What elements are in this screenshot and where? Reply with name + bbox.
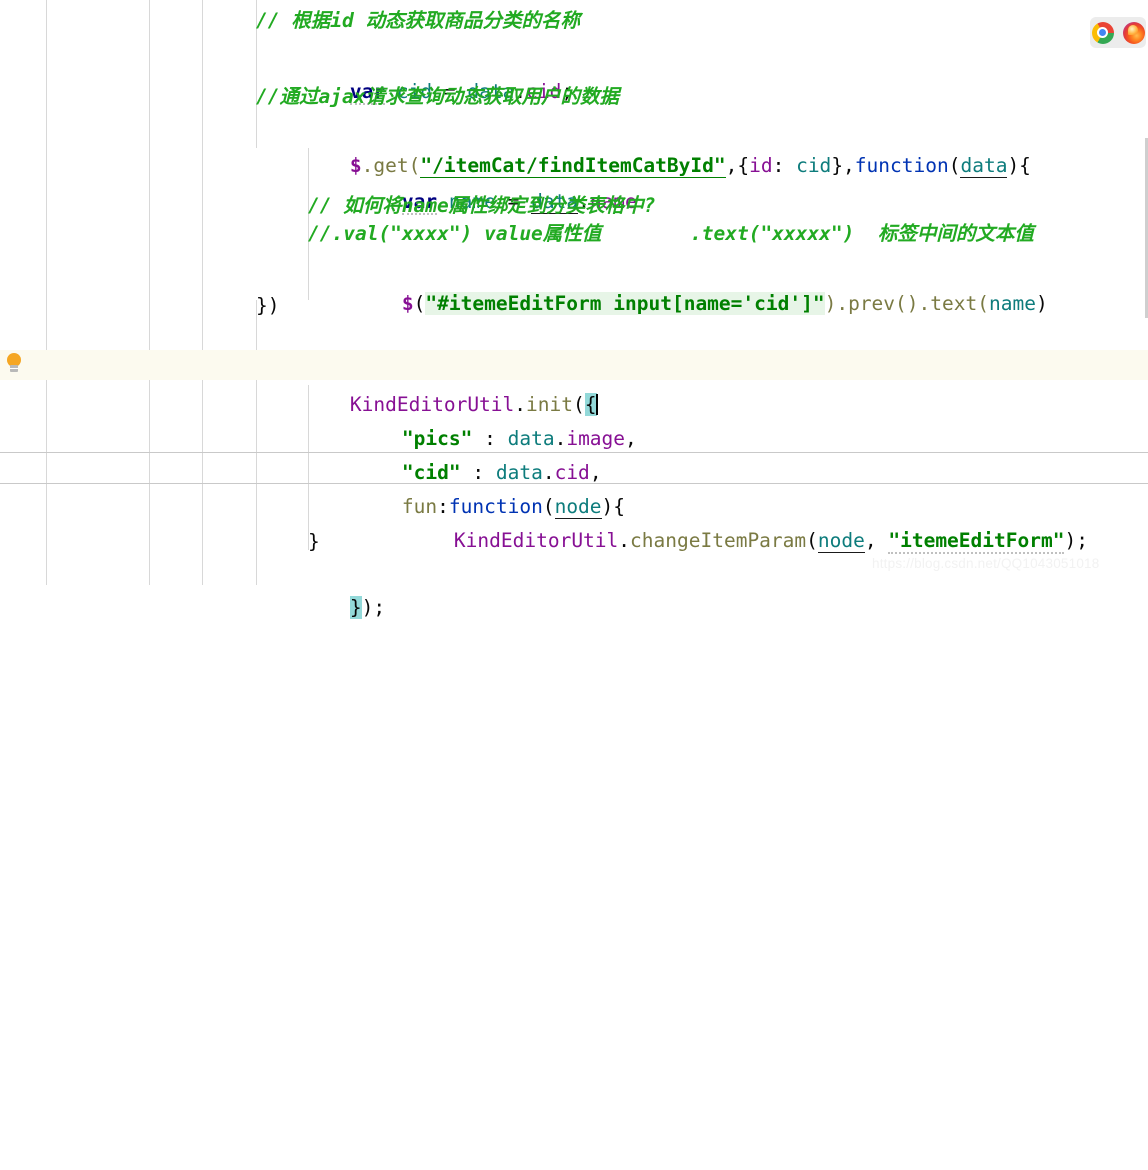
- code-token-brace-match: }: [349, 596, 362, 619]
- code-token-comment: //通过ajax请求查询动态获取用户的数据: [256, 85, 619, 108]
- code-token-comment: //.val("xxxx") value属性值: [308, 222, 602, 245]
- code-line[interactable]: $("#itemeEditForm input[name='cid']").pr…: [0, 250, 1148, 315]
- code-line[interactable]: var cid = data.cid;: [0, 38, 1148, 105]
- code-line[interactable]: }): [0, 285, 1148, 318]
- code-line[interactable]: "cid" : data.cid,: [0, 419, 1148, 484]
- code-token-closing: }): [256, 294, 280, 317]
- csdn-watermark: https://blog.csdn.net/QQ1043051018: [872, 556, 1100, 571]
- code-content[interactable]: // 根据id 动态获取商品分类的名称 var cid = data.cid; …: [0, 0, 1148, 619]
- code-line[interactable]: //通过ajax请求查询动态获取用户的数据: [0, 76, 1148, 109]
- code-line[interactable]: //.val("xxxx") value属性值 .text("xxxxx") 标…: [0, 213, 1148, 246]
- code-line[interactable]: fun:function(node){: [0, 453, 1148, 519]
- code-editor[interactable]: // 根据id 动态获取商品分类的名称 var cid = data.cid; …: [0, 0, 1148, 619]
- code-token-comment-2: .text("xxxxx") 标签中间的文本值: [690, 222, 1034, 245]
- code-line-current[interactable]: KindEditorUtil.init({: [0, 351, 1148, 416]
- code-line[interactable]: KindEditorUtil.changeItemParam(node, "it…: [0, 487, 1148, 554]
- code-line[interactable]: // 根据id 动态获取商品分类的名称: [0, 0, 1148, 33]
- code-line[interactable]: }: [0, 521, 1148, 554]
- code-line[interactable]: var name = data.name: [0, 148, 1148, 215]
- code-line[interactable]: "pics" : data.image,: [0, 385, 1148, 450]
- code-token-comment: // 根据id 动态获取商品分类的名称: [256, 9, 580, 32]
- code-token-end: );: [361, 596, 386, 619]
- code-line[interactable]: $.get("/itemCat/findItemCatById",{id: ci…: [0, 112, 1148, 178]
